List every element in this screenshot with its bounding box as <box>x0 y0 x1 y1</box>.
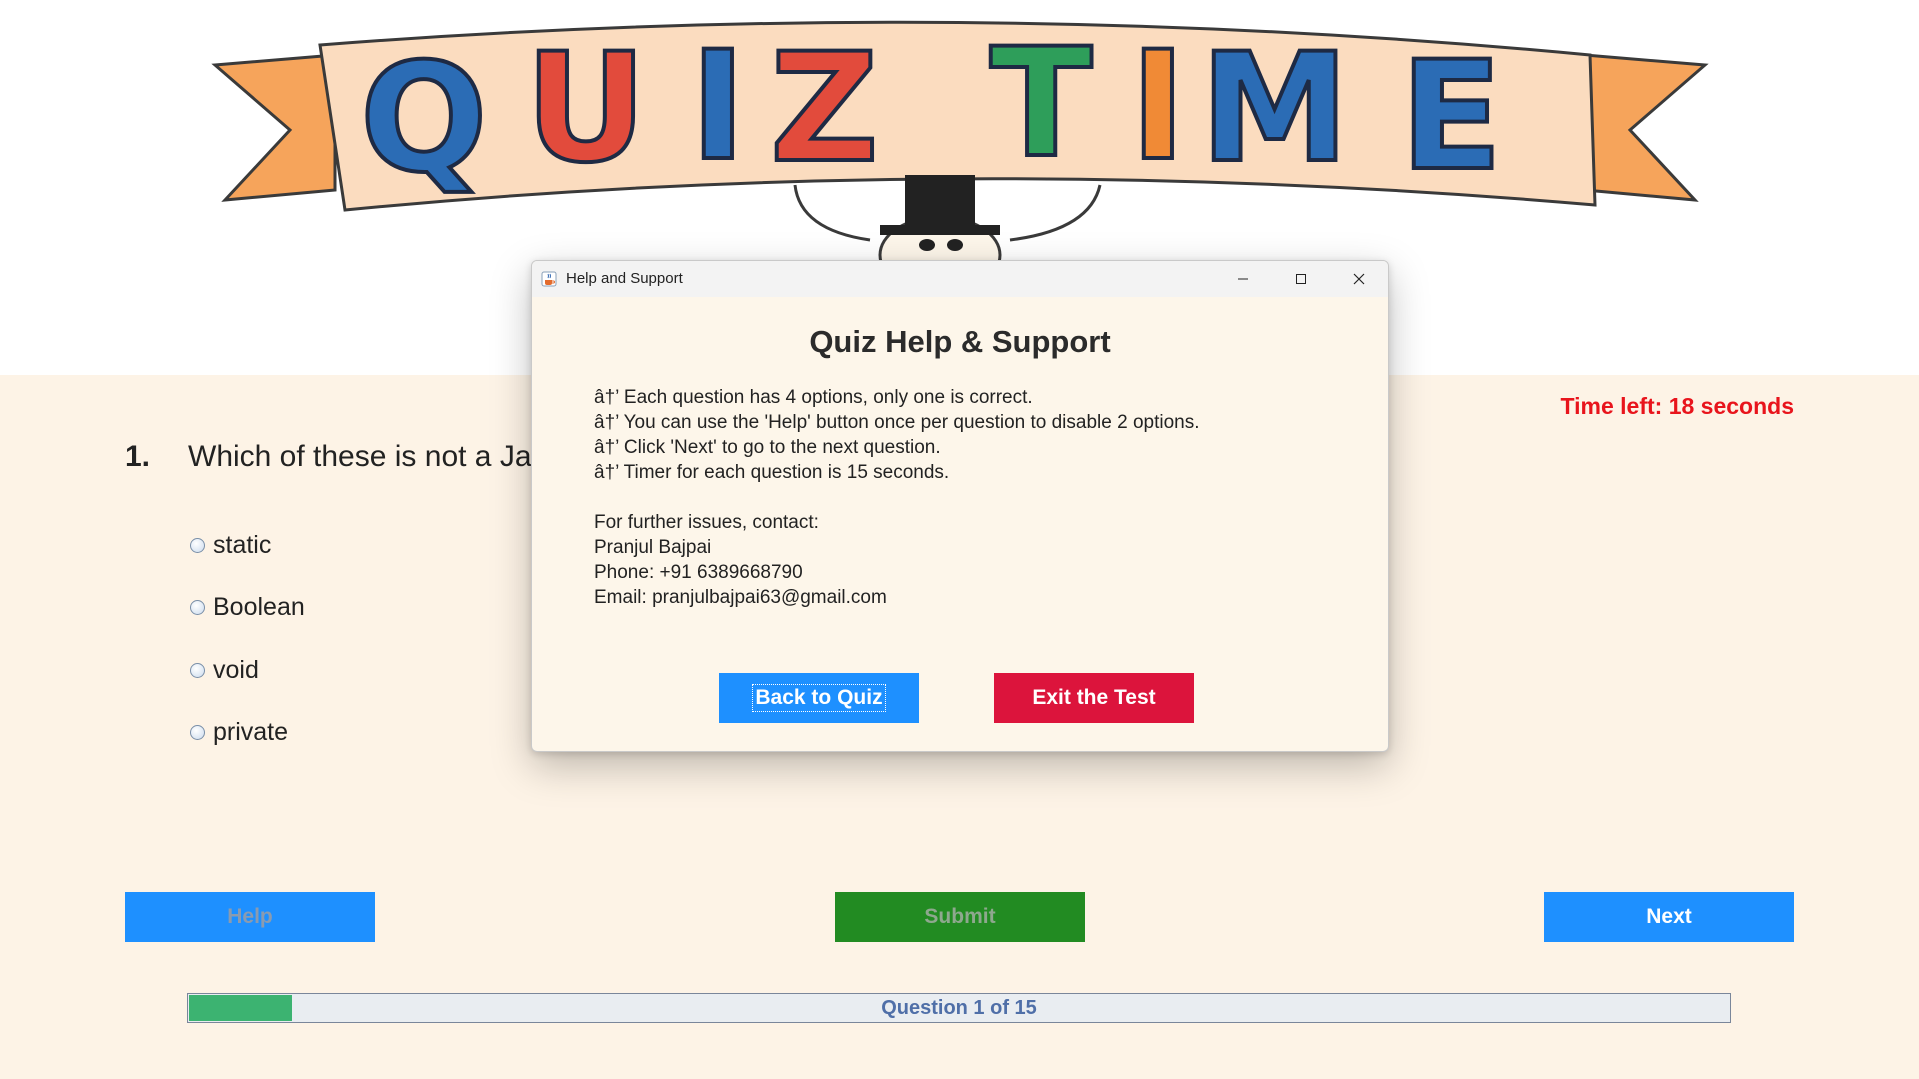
banner-letter-m: M <box>1200 22 1349 196</box>
contact-name: Pranjul Bajpai <box>594 537 712 558</box>
close-icon <box>1353 273 1365 285</box>
minimize-button[interactable] <box>1214 261 1272 297</box>
progress-label: Question 1 of 15 <box>881 996 1037 1019</box>
option-static[interactable]: static <box>190 528 271 562</box>
radio-icon[interactable] <box>190 662 205 678</box>
java-cup-icon <box>541 271 557 287</box>
option-void[interactable]: void <box>190 653 259 687</box>
back-to-quiz-button[interactable]: Back to Quiz <box>719 673 919 723</box>
back-to-quiz-label: Back to Quiz <box>752 684 886 712</box>
radio-icon[interactable] <box>190 599 205 615</box>
banner-letter-i2: I <box>1130 20 1186 194</box>
help-button[interactable]: Help <box>125 892 375 942</box>
dialog-window-title: Help and Support <box>566 270 683 287</box>
option-private[interactable]: private <box>190 715 288 749</box>
next-button[interactable]: Next <box>1544 892 1794 942</box>
option-label: private <box>213 717 289 746</box>
help-line-timer: â†’ Timer for each question is 15 second… <box>594 462 950 483</box>
question-number: 1. <box>125 440 151 473</box>
maximize-button[interactable] <box>1272 261 1330 297</box>
banner-letter-q: Q <box>360 32 488 206</box>
banner-letter-e: E <box>1400 30 1502 204</box>
dialog-titlebar[interactable]: Help and Support <box>532 261 1388 297</box>
help-line-next: â†’ Click 'Next' to go to the next quest… <box>594 437 941 458</box>
option-boolean[interactable]: Boolean <box>190 590 305 624</box>
timer-label: Time left: 18 seconds <box>1560 393 1795 419</box>
radio-icon[interactable] <box>190 537 205 553</box>
maximize-icon <box>1296 274 1306 284</box>
help-line-help-button: â†’ You can use the 'Help' button once p… <box>594 412 1200 433</box>
banner-letter-t: T <box>990 17 1092 191</box>
dialog-heading: Quiz Help & Support <box>809 324 1111 359</box>
option-label: void <box>213 655 259 684</box>
option-label: static <box>213 530 272 559</box>
close-button[interactable] <box>1330 261 1388 297</box>
question-text: Which of these is not a Ja <box>188 440 532 473</box>
contact-email: Email: pranjulbajpai63@gmail.com <box>594 587 887 608</box>
exit-test-button[interactable]: Exit the Test <box>994 673 1194 723</box>
option-label: Boolean <box>213 592 305 621</box>
progress-bar: Question 1 of 15 <box>187 993 1731 1023</box>
radio-icon[interactable] <box>190 724 205 740</box>
contact-heading: For further issues, contact: <box>594 512 819 533</box>
help-support-dialog: Help and Support Quiz Help & Support â†’… <box>531 260 1389 752</box>
help-line-options: â†’ Each question has 4 options, only on… <box>594 387 1033 408</box>
banner-letter-i: I <box>690 20 746 194</box>
banner-letter-z: Z <box>770 22 879 196</box>
banner-letter-u: U <box>525 22 647 196</box>
contact-phone: Phone: +91 6389668790 <box>594 562 803 583</box>
submit-button[interactable]: Submit <box>835 892 1085 942</box>
minimize-icon <box>1238 278 1248 280</box>
